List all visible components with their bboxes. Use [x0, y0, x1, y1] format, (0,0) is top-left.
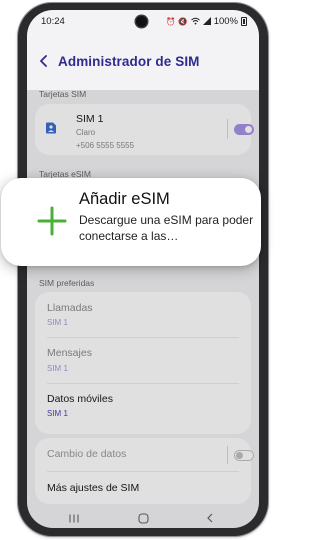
alarm-icon: ⏰ [166, 17, 176, 26]
sim1-number: +506 5555 5555 [76, 141, 135, 150]
wifi-icon [190, 17, 200, 27]
preferred-card: Llamadas SIM 1 Mensajes SIM 1 Datos móvi… [35, 292, 251, 434]
phone-frame: 10:24 ⏰ 🔇 100% Administrador de SIM Tarj… [18, 3, 268, 536]
toggle-knob [245, 126, 252, 133]
status-bar: 10:24 ⏰ 🔇 100% [27, 10, 259, 32]
status-time: 10:24 [41, 16, 65, 27]
sim1-card[interactable]: SIM 1 Claro +506 5555 5555 [35, 104, 254, 155]
home-icon[interactable] [132, 510, 154, 526]
preferred-calls-title: Llamadas [47, 302, 93, 314]
preferred-messages-value: SIM 1 [47, 364, 68, 373]
section-label-preferred: SIM preferidas [39, 278, 95, 288]
data-switch-label: Cambio de datos [47, 448, 127, 460]
page-title: Administrador de SIM [58, 54, 200, 69]
plus-icon [37, 206, 67, 236]
app-bar: Administrador de SIM [27, 46, 259, 76]
front-camera [136, 16, 147, 27]
sim1-carrier: Claro [76, 128, 96, 137]
chevron-left-icon[interactable] [33, 50, 55, 72]
preferred-mobile-data-value: SIM 1 [47, 409, 68, 418]
vertical-divider [227, 446, 228, 464]
popup-description: Descargue una eSIM para poder conectarse… [79, 213, 254, 243]
data-switch-toggle[interactable] [234, 450, 254, 461]
screen: 10:24 ⏰ 🔇 100% Administrador de SIM Tarj… [27, 10, 259, 528]
vertical-divider [227, 119, 228, 139]
sim-card-icon [46, 122, 56, 134]
more-sim-settings[interactable]: Más ajustes de SIM [47, 482, 139, 494]
nav-bar [27, 508, 259, 528]
status-icons: ⏰ 🔇 100% [166, 16, 247, 27]
mute-icon: 🔇 [178, 17, 188, 26]
battery-percent: 100% [213, 16, 238, 27]
signal-icon [202, 16, 211, 27]
battery-icon [241, 17, 247, 26]
divider [47, 383, 239, 384]
sim1-toggle[interactable] [234, 124, 254, 135]
back-nav-icon[interactable] [199, 510, 221, 526]
sim1-name: SIM 1 [76, 113, 104, 125]
divider [47, 471, 239, 472]
section-label-sim-cards: Tarjetas SIM [39, 89, 87, 99]
preferred-messages-title: Mensajes [47, 347, 92, 359]
recent-apps-icon[interactable] [63, 510, 85, 526]
add-esim-popup[interactable]: Añadir eSIM Descargue una eSIM para pode… [1, 178, 261, 266]
toggle-knob [236, 452, 243, 459]
preferred-calls-value: SIM 1 [47, 318, 68, 327]
popup-title: Añadir eSIM [79, 190, 170, 208]
more-options-card: Cambio de datos Más ajustes de SIM [35, 438, 254, 504]
divider [47, 337, 239, 338]
preferred-mobile-data-title: Datos móviles [47, 393, 113, 405]
